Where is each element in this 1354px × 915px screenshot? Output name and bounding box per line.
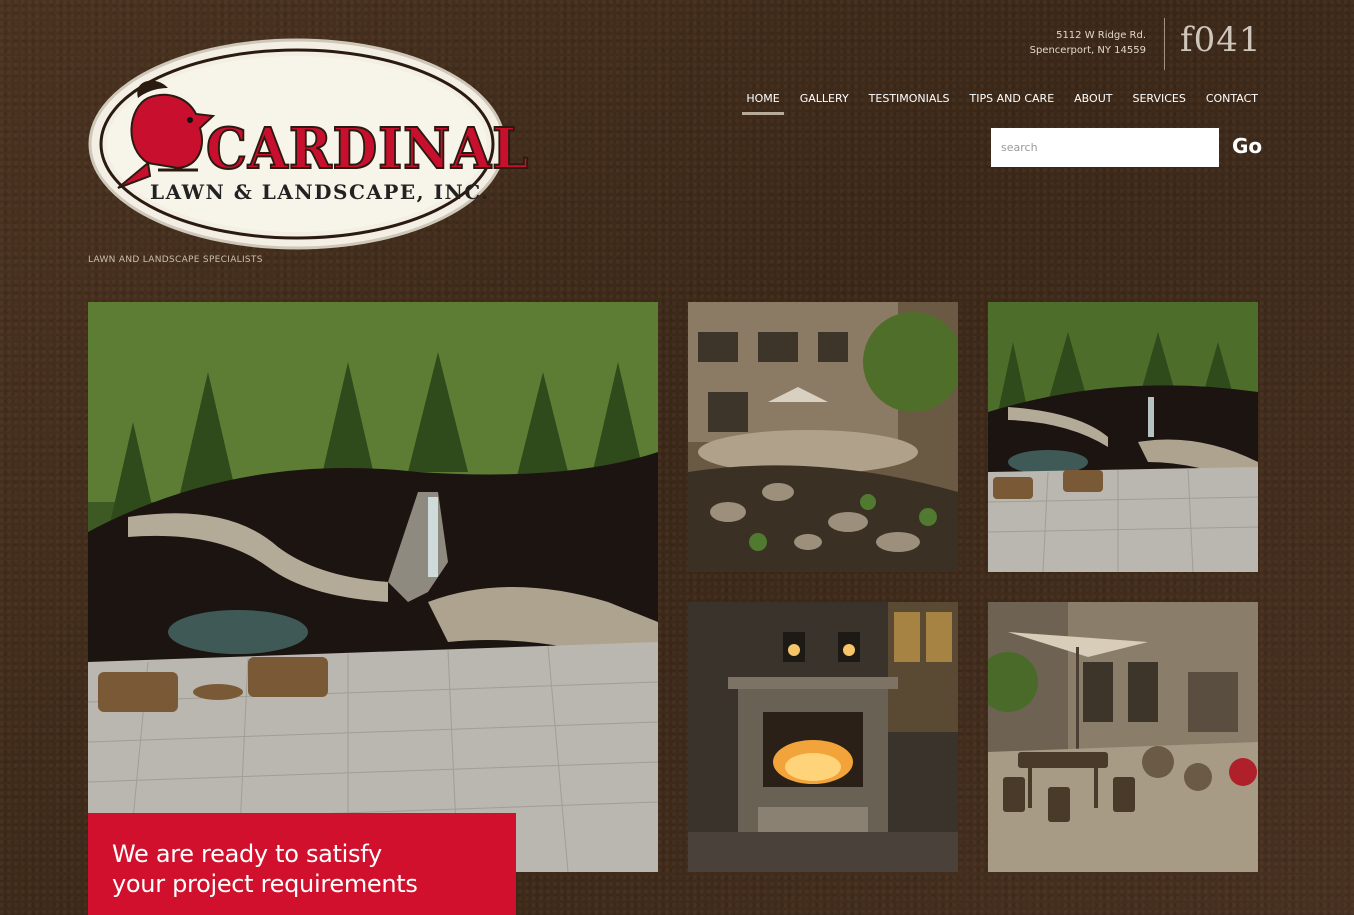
search-input[interactable] (991, 128, 1219, 167)
header-divider (1164, 18, 1165, 70)
business-address: 5112 W Ridge Rd. Spencerport, NY 14559 (1030, 28, 1146, 58)
nav-home[interactable]: HOME (736, 90, 789, 115)
company-logo[interactable]: CARDINAL LAWN & LANDSCAPE, INC. (88, 38, 529, 250)
logo-brand-subtitle: LAWN & LANDSCAPE, INC. (150, 180, 490, 204)
gallery-thumb-outdoor-fireplace[interactable] (688, 602, 958, 872)
address-city: Spencerport, NY 14559 (1029, 45, 1146, 56)
gallery-thumb-house-patio[interactable] (688, 302, 958, 572)
banner-line-1: We are ready to satisfy (112, 840, 382, 868)
main-navigation: HOME GALLERY TESTIMONIALS TIPS AND CARE … (736, 90, 1258, 115)
search-go-button[interactable]: Go (1228, 134, 1266, 158)
logo-brand-name: CARDINAL (205, 115, 530, 183)
site-tagline: LAWN AND LANDSCAPE SPECIALISTS (88, 255, 263, 265)
address-street: 5112 W Ridge Rd. (1056, 30, 1146, 41)
nav-about[interactable]: ABOUT (1064, 90, 1122, 115)
gallery-thumb-patio-dining[interactable] (988, 602, 1258, 872)
nav-contact[interactable]: CONTACT (1196, 90, 1258, 115)
banner-line-2: your project requirements (112, 870, 418, 898)
gallery-thumb-patio-waterfall[interactable] (988, 302, 1258, 572)
nav-tips-and-care[interactable]: TIPS AND CARE (960, 90, 1065, 115)
hero-photo-patio-waterfall[interactable] (88, 302, 658, 872)
promo-banner: We are ready to satisfy your project req… (88, 813, 516, 915)
social-icon-glyphs[interactable]: f041 (1180, 20, 1261, 60)
nav-testimonials[interactable]: TESTIMONIALS (859, 90, 960, 115)
nav-services[interactable]: SERVICES (1122, 90, 1195, 115)
nav-gallery[interactable]: GALLERY (790, 90, 859, 115)
